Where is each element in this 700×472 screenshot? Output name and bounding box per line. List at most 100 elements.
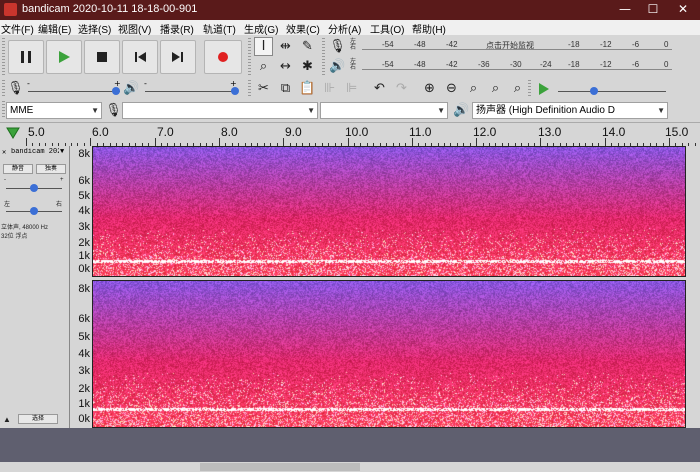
select-track-button[interactable]: 选择 bbox=[18, 414, 58, 424]
play-tick: -24 bbox=[540, 60, 552, 69]
chevron-down-icon: ▼ bbox=[307, 106, 315, 115]
track-close-button[interactable]: ✕ bbox=[2, 148, 6, 157]
playback-volume-slider[interactable] bbox=[145, 85, 239, 97]
solo-button[interactable]: 独奏 bbox=[36, 164, 66, 174]
playback-device-select[interactable]: 扬声器 (High Definition Audio D ▼ bbox=[472, 102, 668, 119]
toolbar-grip[interactable] bbox=[528, 80, 531, 98]
slider-knob[interactable] bbox=[30, 207, 38, 215]
slider-knob[interactable] bbox=[231, 87, 239, 95]
pause-button[interactable] bbox=[8, 40, 44, 74]
recording-channels-select[interactable]: ▼ bbox=[320, 102, 448, 119]
track-sample-format: 32位 浮点 bbox=[1, 234, 28, 240]
horizontal-scrollbar[interactable] bbox=[0, 462, 700, 472]
record-tick: -42 bbox=[446, 40, 458, 49]
spectrogram-left-channel[interactable] bbox=[92, 146, 686, 277]
multi-tool-icon[interactable]: ✱ bbox=[298, 57, 317, 76]
zoom-out-icon[interactable]: ⊖ bbox=[442, 79, 461, 98]
toolbar-grip[interactable] bbox=[2, 80, 5, 98]
record-button[interactable] bbox=[204, 40, 242, 74]
skip-to-end-button[interactable] bbox=[160, 40, 196, 74]
paste-icon[interactable]: 📋 bbox=[298, 79, 317, 98]
zoom-toggle-icon[interactable]: ⌕ bbox=[508, 79, 527, 98]
timeline-ruler[interactable]: 5.0 6.0 7.0 8.0 9.0 10.0 11.0 12.0 13.0 … bbox=[0, 122, 700, 147]
play-button[interactable] bbox=[46, 40, 82, 74]
track-name-menu[interactable]: bandicam 202 bbox=[11, 148, 59, 156]
timeline-label: 5.0 bbox=[28, 125, 45, 139]
toolbar-grip[interactable] bbox=[248, 38, 251, 76]
fit-project-icon[interactable]: ⌕ bbox=[486, 79, 505, 98]
silence-icon[interactable]: ⊫ bbox=[342, 79, 361, 98]
record-tick: -12 bbox=[600, 40, 612, 49]
skip-to-start-button[interactable] bbox=[122, 40, 158, 74]
slider-knob[interactable] bbox=[30, 184, 38, 192]
toolbar-grip[interactable] bbox=[2, 38, 5, 76]
menu-generate[interactable]: 生成(G) bbox=[244, 21, 278, 36]
timeline-label: 11.0 bbox=[409, 125, 432, 139]
timeline-label: 15.0 bbox=[665, 125, 689, 139]
menu-record[interactable]: 播录(R) bbox=[160, 21, 194, 36]
menu-view[interactable]: 视图(V) bbox=[118, 21, 151, 36]
play-at-speed-icon[interactable] bbox=[534, 79, 553, 98]
timeshift-tool-icon[interactable]: ↔ bbox=[276, 57, 295, 76]
freq-label: 0k bbox=[78, 263, 90, 275]
pinned-play-head-icon[interactable] bbox=[6, 127, 20, 139]
title-bar: bandicam 2020-10-11 18-18-00-901 — ☐ ✕ bbox=[0, 0, 700, 20]
record-tick: 0 bbox=[664, 40, 669, 49]
draw-tool-icon[interactable]: ✎ bbox=[298, 37, 317, 56]
playback-device-speaker-icon: 🔊 bbox=[453, 103, 470, 118]
collapse-track-button[interactable]: ▲ bbox=[3, 415, 11, 424]
menu-edit[interactable]: 编辑(E) bbox=[38, 21, 71, 36]
play-tick: -18 bbox=[568, 60, 580, 69]
play-meter[interactable]: 左右 -54 -48 -42 -36 -30 -24 -18 -12 -6 0 bbox=[350, 59, 680, 71]
copy-icon[interactable]: ⧉ bbox=[276, 79, 295, 98]
cut-icon[interactable]: ✂ bbox=[254, 79, 273, 98]
slider-knob[interactable] bbox=[590, 87, 598, 95]
audio-host-select[interactable]: MME ▼ bbox=[6, 102, 102, 119]
undo-icon[interactable]: ↶ bbox=[370, 79, 389, 98]
menu-file[interactable]: 文件(F) bbox=[1, 21, 34, 36]
selection-tool-icon[interactable]: I bbox=[254, 37, 273, 56]
menu-help[interactable]: 帮助(H) bbox=[412, 21, 446, 36]
maximize-button[interactable]: ☐ bbox=[638, 0, 668, 20]
menu-select[interactable]: 选择(S) bbox=[78, 21, 111, 36]
envelope-tool-icon[interactable]: ⇹ bbox=[276, 37, 295, 56]
track-menu-arrow-icon[interactable]: ▼ bbox=[60, 148, 64, 156]
menu-tracks[interactable]: 轨道(T) bbox=[203, 21, 236, 36]
toolbar-area: I ⇹ ✎ ⌕ ↔ ✱ 🎙 🔊 左右 -54 -48 -42 点击开始监视 -1… bbox=[0, 35, 700, 122]
menu-analyze[interactable]: 分析(A) bbox=[328, 21, 361, 36]
redo-icon[interactable]: ↷ bbox=[392, 79, 411, 98]
scrollbar-thumb[interactable] bbox=[200, 463, 360, 471]
record-meter[interactable]: 左右 -54 -48 -42 点击开始监视 -18 -12 -6 0 bbox=[350, 39, 680, 51]
spectrogram-right-channel[interactable] bbox=[92, 280, 686, 428]
toolbar-grip[interactable] bbox=[248, 80, 251, 98]
pan-slider[interactable] bbox=[6, 205, 62, 217]
chevron-down-icon: ▼ bbox=[91, 106, 99, 115]
empty-track-area[interactable] bbox=[0, 428, 700, 462]
timeline-label: 13.0 bbox=[538, 125, 562, 139]
close-button[interactable]: ✕ bbox=[668, 0, 698, 20]
slider-knob[interactable] bbox=[112, 87, 120, 95]
minimize-button[interactable]: — bbox=[610, 0, 640, 20]
mute-button[interactable]: 静音 bbox=[3, 164, 33, 174]
play-meter-speaker-icon[interactable]: 🔊 bbox=[328, 57, 347, 76]
menu-effect[interactable]: 效果(C) bbox=[286, 21, 320, 36]
record-meter-microphone-icon[interactable]: 🎙 bbox=[328, 37, 347, 56]
trim-icon[interactable]: ⊪ bbox=[320, 79, 339, 98]
recording-device-select[interactable]: ▼ bbox=[122, 102, 318, 119]
play-tick: -48 bbox=[414, 60, 426, 69]
menu-tools[interactable]: 工具(O) bbox=[370, 21, 404, 36]
timeline-label: 10.0 bbox=[345, 125, 369, 139]
gain-slider[interactable] bbox=[6, 182, 62, 194]
stop-button[interactable] bbox=[84, 40, 120, 74]
record-meter-scale: -54 -48 -42 点击开始监视 -18 -12 -6 0 bbox=[362, 40, 672, 50]
toolbar-grip[interactable] bbox=[2, 101, 5, 119]
zoom-in-icon[interactable]: ⊕ bbox=[420, 79, 439, 98]
recording-volume-slider[interactable] bbox=[28, 85, 120, 97]
track-right-edge bbox=[686, 146, 700, 428]
play-at-speed-slider[interactable] bbox=[558, 85, 666, 97]
fit-selection-icon[interactable]: ⌕ bbox=[464, 79, 483, 98]
chevron-down-icon: ▼ bbox=[437, 106, 445, 115]
toolbar-grip[interactable] bbox=[322, 38, 325, 76]
zoom-tool-icon[interactable]: ⌕ bbox=[254, 57, 273, 76]
play-icon bbox=[59, 51, 70, 63]
